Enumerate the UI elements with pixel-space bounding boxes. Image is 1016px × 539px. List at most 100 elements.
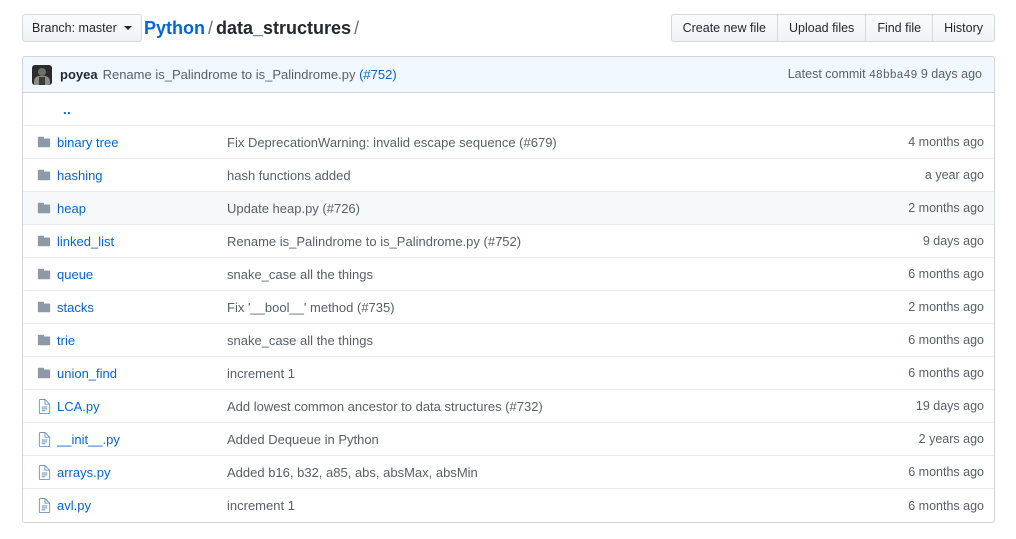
latest-commit-header: poyea Rename is_Palindrome to is_Palindr…: [23, 57, 994, 93]
breadcrumb: Python/data_structures/: [144, 17, 362, 39]
commit-age-cell: 4 months ago: [908, 135, 984, 149]
file-name-cell: avl.py: [57, 498, 227, 513]
folder-link[interactable]: binary tree: [57, 135, 118, 150]
chevron-down-icon: [124, 26, 132, 30]
folder-icon: [23, 135, 57, 149]
file-name-cell: heap: [57, 201, 227, 216]
folder-link[interactable]: linked_list: [57, 234, 114, 249]
breadcrumb-separator-1: /: [205, 18, 216, 38]
history-button[interactable]: History: [933, 14, 995, 42]
folder-icon: [23, 267, 57, 281]
commit-pr-link[interactable]: (#752): [359, 67, 397, 82]
commit-age-cell: 6 months ago: [908, 333, 984, 347]
file-name-cell: linked_list: [57, 234, 227, 249]
breadcrumb-current-path: data_structures: [216, 18, 351, 38]
table-row[interactable]: binary tree Fix DeprecationWarning: inval…: [23, 126, 994, 159]
table-row[interactable]: queue snake_case all the things6 months a…: [23, 258, 994, 291]
commit-message: Rename is_Palindrome to is_Palindrome.py…: [103, 67, 397, 82]
file-icon: [23, 465, 57, 480]
commit-age-cell: 2 years ago: [919, 432, 984, 446]
commit-age-cell: 9 days ago: [923, 234, 984, 248]
folder-link[interactable]: queue: [57, 267, 93, 282]
commit-message-cell[interactable]: Added Dequeue in Python: [227, 432, 919, 447]
latest-commit-label: Latest commit: [788, 67, 866, 81]
commit-message-cell[interactable]: Add lowest common ancestor to data struc…: [227, 399, 916, 414]
file-link[interactable]: LCA.py: [57, 399, 100, 414]
file-icon: [23, 399, 57, 414]
avatar: [32, 65, 52, 85]
folder-icon: [23, 168, 57, 182]
file-link[interactable]: __init__.py: [57, 432, 120, 447]
file-name-cell: hashing: [57, 168, 227, 183]
table-row[interactable]: arrays.py Added b16, b32, a85, abs, absMa…: [23, 456, 994, 489]
commit-age-cell: 6 months ago: [908, 366, 984, 380]
folder-link[interactable]: heap: [57, 201, 86, 216]
commit-message-cell[interactable]: Fix DeprecationWarning: invalid escape s…: [227, 135, 908, 150]
commit-message-cell[interactable]: increment 1: [227, 366, 908, 381]
commit-age-cell: 6 months ago: [908, 267, 984, 281]
commit-message-cell[interactable]: Rename is_Palindrome to is_Palindrome.py…: [227, 234, 923, 249]
commit-message-cell[interactable]: Added b16, b32, a85, abs, absMax, absMin: [227, 465, 908, 480]
folder-icon: [23, 366, 57, 380]
repository-file-browser: Branch: master Python/data_structures/ C…: [0, 0, 1016, 539]
folder-link[interactable]: trie: [57, 333, 75, 348]
parent-directory-row[interactable]: ..: [23, 93, 994, 126]
file-name-cell: LCA.py: [57, 399, 227, 414]
file-name-cell: arrays.py: [57, 465, 227, 480]
commit-sha-link[interactable]: 48bba49: [869, 69, 917, 82]
table-row[interactable]: LCA.py Add lowest common ancestor to data…: [23, 390, 994, 423]
find-file-button[interactable]: Find file: [866, 14, 933, 42]
file-name-cell: __init__.py: [57, 432, 227, 447]
commit-message-cell[interactable]: snake_case all the things: [227, 333, 908, 348]
upload-files-button[interactable]: Upload files: [778, 14, 866, 42]
commit-age-cell: 2 months ago: [908, 300, 984, 314]
folder-icon: [23, 300, 57, 314]
commit-message-cell[interactable]: hash functions added: [227, 168, 925, 183]
commit-message-cell[interactable]: snake_case all the things: [227, 267, 908, 282]
parent-directory-link[interactable]: ..: [63, 102, 71, 117]
commit-age: 9 days ago: [921, 67, 982, 81]
commit-age-cell: 19 days ago: [916, 399, 984, 413]
file-link[interactable]: avl.py: [57, 498, 91, 513]
file-icon: [23, 498, 57, 513]
table-row[interactable]: union_find increment 16 months ago: [23, 357, 994, 390]
repo-action-buttons: Create new file Upload files Find file H…: [671, 14, 995, 42]
file-name-cell: union_find: [57, 366, 227, 381]
file-listing-box: poyea Rename is_Palindrome to is_Palindr…: [22, 56, 995, 523]
branch-selector-button[interactable]: Branch: master: [22, 14, 142, 42]
folder-icon: [23, 234, 57, 248]
table-row[interactable]: __init__.py Added Dequeue in Python2 year…: [23, 423, 994, 456]
breadcrumb-repo-link[interactable]: Python: [144, 18, 205, 38]
commit-message-cell[interactable]: Fix '__bool__' method (#735): [227, 300, 908, 315]
table-row[interactable]: stacks Fix '__bool__' method (#735)2 mont…: [23, 291, 994, 324]
latest-commit-meta: Latest commit 48bba49 9 days ago: [788, 67, 984, 82]
table-row[interactable]: trie snake_case all the things6 months ag…: [23, 324, 994, 357]
commit-message-cell[interactable]: increment 1: [227, 498, 908, 513]
file-name-cell: queue: [57, 267, 227, 282]
table-row[interactable]: avl.py increment 16 months ago: [23, 489, 994, 522]
branch-selector-label: Branch: master: [32, 21, 117, 35]
breadcrumb-separator-2: /: [351, 18, 362, 38]
create-new-file-button[interactable]: Create new file: [671, 14, 778, 42]
file-name-cell: trie: [57, 333, 227, 348]
file-link[interactable]: arrays.py: [57, 465, 110, 480]
folder-link[interactable]: stacks: [57, 300, 94, 315]
commit-author-link[interactable]: poyea: [60, 67, 98, 82]
file-icon: [23, 432, 57, 447]
commit-age-cell: 6 months ago: [908, 499, 984, 513]
file-rows-container: binary tree Fix DeprecationWarning: inval…: [23, 126, 994, 522]
commit-age-cell: 6 months ago: [908, 465, 984, 479]
commit-age-cell: a year ago: [925, 168, 984, 182]
folder-link[interactable]: union_find: [57, 366, 117, 381]
table-row[interactable]: heapUpdate heap.py (#726)2 months ago: [23, 192, 994, 225]
file-name-cell: stacks: [57, 300, 227, 315]
repo-toolbar: Branch: master Python/data_structures/ C…: [22, 14, 995, 44]
table-row[interactable]: hashing hash functions addeda year ago: [23, 159, 994, 192]
folder-link[interactable]: hashing: [57, 168, 103, 183]
commit-message-cell[interactable]: Update heap.py (#726): [227, 201, 908, 216]
table-row[interactable]: linked_list Rename is_Palindrome to is_Pa…: [23, 225, 994, 258]
commit-message-text: Rename is_Palindrome to is_Palindrome.py: [103, 67, 360, 82]
folder-icon: [23, 201, 57, 215]
file-name-cell: binary tree: [57, 135, 227, 150]
folder-icon: [23, 333, 57, 347]
